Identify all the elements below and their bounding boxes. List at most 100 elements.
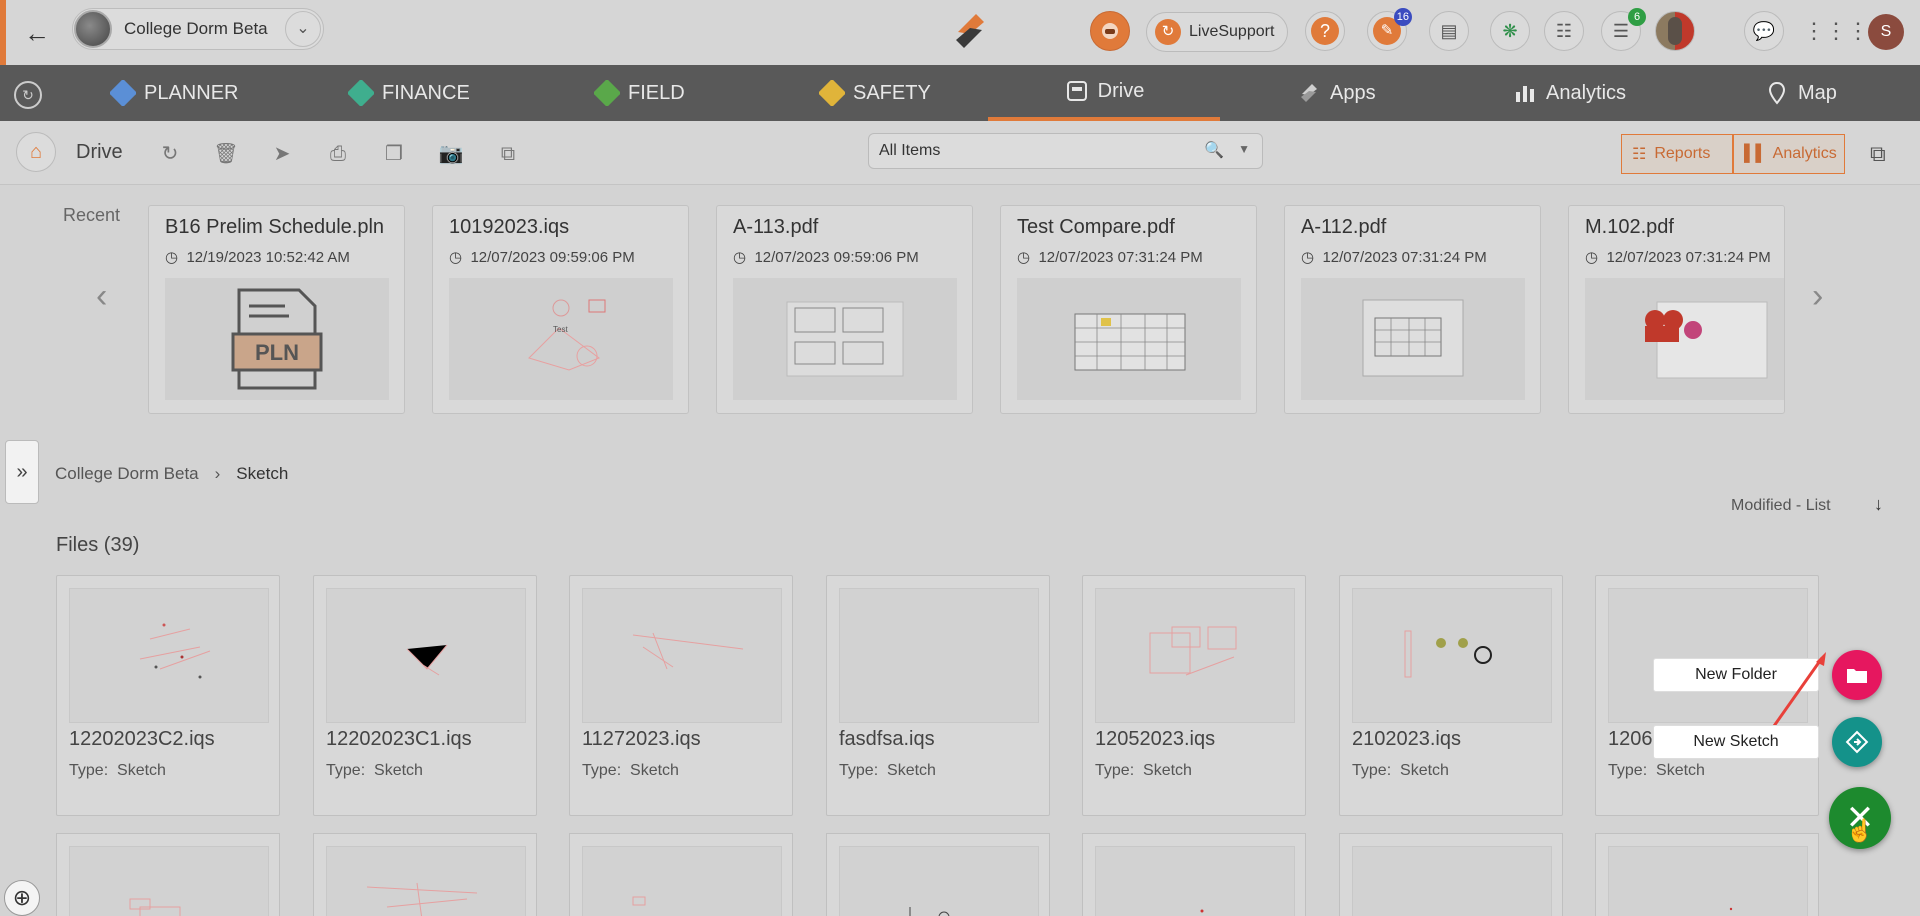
recent-label: Recent <box>63 205 121 225</box>
recent-card[interactable]: M.102.pdf ◷ 12/07/2023 07:31:24 PM <box>1568 205 1785 414</box>
file-card[interactable] <box>1595 833 1819 916</box>
back-arrow-icon[interactable]: ← <box>24 18 54 48</box>
document-icon[interactable]: ☷ <box>1544 11 1584 51</box>
file-card[interactable] <box>313 833 537 916</box>
project-name: College Dorm Beta <box>124 19 268 38</box>
user-avatars[interactable] <box>1655 11 1695 51</box>
recent-card[interactable]: Test Compare.pdf ◷ 12/07/2023 07:31:24 P… <box>1000 205 1257 414</box>
help-icon: ? <box>1311 17 1339 45</box>
file-card[interactable]: 12202023C2.iqs Type: Sketch <box>56 575 280 816</box>
apps-icon <box>1301 84 1317 102</box>
file-card[interactable]: 12052023.iqs Type: Sketch <box>1082 575 1306 816</box>
file-card[interactable] <box>1339 833 1563 916</box>
bar-chart-icon <box>1516 86 1534 102</box>
folder-icon <box>1847 669 1867 683</box>
arrow-down-icon[interactable]: ↓ <box>1874 494 1883 515</box>
bar-chart-icon: ▌▌ <box>1744 145 1767 162</box>
recent-card[interactable]: A-113.pdf ◷ 12/07/2023 09:59:06 PM <box>716 205 973 414</box>
share-icon[interactable]: ⧉ <box>495 141 521 167</box>
book-icon[interactable]: ▤ <box>1429 11 1469 51</box>
robot-icon[interactable] <box>1090 11 1130 51</box>
breadcrumb-root[interactable]: College Dorm Beta <box>55 464 199 484</box>
nav-planner[interactable]: PLANNER <box>110 65 238 121</box>
chevron-left-icon[interactable]: ‹ <box>96 277 107 316</box>
external-link-icon[interactable]: ⧉ <box>1870 141 1886 167</box>
reports-button[interactable]: ☷ Reports <box>1621 134 1733 174</box>
notification-button[interactable]: ✎ 16 <box>1367 8 1412 51</box>
add-circle-icon[interactable]: ⊕ <box>4 880 40 916</box>
search-icon[interactable]: 🔍 <box>1204 140 1224 160</box>
live-support-label: LiveSupport <box>1189 23 1275 40</box>
apps-grid-icon[interactable]: ⋮⋮⋮ <box>1803 11 1869 51</box>
nav-analytics[interactable]: Analytics <box>1512 65 1626 121</box>
recent-date: ◷ 12/19/2023 10:52:42 AM <box>165 249 350 266</box>
cart-icon: ☰ <box>1612 20 1630 41</box>
file-card[interactable]: fasdfsa.iqs Type: Sketch <box>826 575 1050 816</box>
cart-button[interactable]: ☰ 6 <box>1601 8 1646 51</box>
page-title: Drive <box>76 141 123 163</box>
recent-date: ◷ 12/07/2023 07:31:24 PM <box>1585 249 1771 266</box>
recent-card[interactable]: A-112.pdf ◷ 12/07/2023 07:31:24 PM <box>1284 205 1541 414</box>
trash-icon[interactable]: 🗑 <box>213 141 239 167</box>
file-thumbnail <box>733 278 957 400</box>
file-type: Type: Sketch <box>839 762 936 779</box>
nav-map[interactable]: Map <box>1764 65 1837 121</box>
analytics-button[interactable]: ▌▌ Analytics <box>1733 134 1845 174</box>
new-folder-button[interactable] <box>1832 650 1882 700</box>
recent-card[interactable]: B16 Prelim Schedule.pln ◷ 12/19/2023 10:… <box>148 205 405 414</box>
file-card[interactable] <box>56 833 280 916</box>
nav-label: Analytics <box>1546 81 1627 104</box>
planner-icon <box>110 80 136 106</box>
folder-camera-icon[interactable]: 📷 <box>438 141 464 167</box>
chevron-down-icon[interactable]: ⌄ <box>285 11 321 47</box>
chevron-down-icon[interactable]: ▼ <box>1238 142 1250 156</box>
duplicate-icon[interactable]: ❐ <box>381 141 407 167</box>
field-icon <box>594 80 620 106</box>
breadcrumb-current: Sketch <box>236 464 289 483</box>
pointer-arrow <box>1772 652 1826 727</box>
nav-label: Drive <box>1097 79 1145 102</box>
copy-file-icon[interactable]: ⎙ <box>325 141 351 167</box>
file-thumbnail: PLN <box>165 278 389 400</box>
chevron-right-icon[interactable]: › <box>1812 277 1823 316</box>
file-card[interactable] <box>1082 833 1306 916</box>
live-support-button[interactable]: ↻ LiveSupport <box>1146 12 1288 52</box>
main-nav: ↻ PLANNER FINANCE FIELD SAFETY Drive App… <box>0 65 1920 121</box>
file-card[interactable] <box>826 833 1050 916</box>
nav-drive[interactable]: Drive <box>988 65 1220 121</box>
chat-icon[interactable]: 💬 <box>1744 11 1784 51</box>
nav-apps[interactable]: Apps <box>1296 65 1376 121</box>
file-type: Type: Sketch <box>326 762 423 779</box>
new-sketch-label[interactable]: New Sketch <box>1653 725 1819 759</box>
file-card[interactable] <box>569 833 793 916</box>
filter-search[interactable]: 🔍 ▼ <box>868 133 1263 169</box>
nav-label: FINANCE <box>382 81 470 104</box>
refresh-icon[interactable]: ↻ <box>157 141 183 167</box>
file-thumbnail <box>839 588 1039 723</box>
speedometer-icon[interactable]: ↻ <box>14 81 42 109</box>
recent-title: B16 Prelim Schedule.pln <box>165 216 385 238</box>
user-avatar[interactable]: S <box>1868 14 1904 50</box>
nav-safety[interactable]: SAFETY <box>819 65 931 121</box>
project-selector[interactable]: College Dorm Beta ⌄ <box>72 8 324 50</box>
filter-input[interactable] <box>879 140 1179 162</box>
network-icon[interactable]: ❋ <box>1490 11 1530 51</box>
nav-finance[interactable]: FINANCE <box>348 65 470 121</box>
file-card[interactable]: 12202023C1.iqs Type: Sketch <box>313 575 537 816</box>
drive-icon <box>1066 81 1087 101</box>
nav-field[interactable]: FIELD <box>594 65 685 121</box>
home-icon[interactable]: ⌂ <box>16 132 56 172</box>
move-icon[interactable]: ➤ <box>269 141 295 167</box>
expand-sidebar-icon[interactable]: » <box>5 440 39 504</box>
nav-label: FIELD <box>628 81 685 104</box>
file-thumbnail <box>69 588 269 723</box>
file-card[interactable]: 2102023.iqs Type: Sketch <box>1339 575 1563 816</box>
sort-label[interactable]: Modified - List <box>1731 497 1831 515</box>
app-logo <box>956 14 984 48</box>
nav-label: Apps <box>1330 81 1376 104</box>
help-button[interactable]: ? <box>1305 11 1345 51</box>
file-card[interactable]: 11272023.iqs Type: Sketch <box>569 575 793 816</box>
recent-card[interactable]: 10192023.iqs ◷ 12/07/2023 09:59:06 PM Te… <box>432 205 689 414</box>
new-sketch-button[interactable] <box>1832 717 1882 767</box>
file-type: Type: Sketch <box>1095 762 1192 779</box>
